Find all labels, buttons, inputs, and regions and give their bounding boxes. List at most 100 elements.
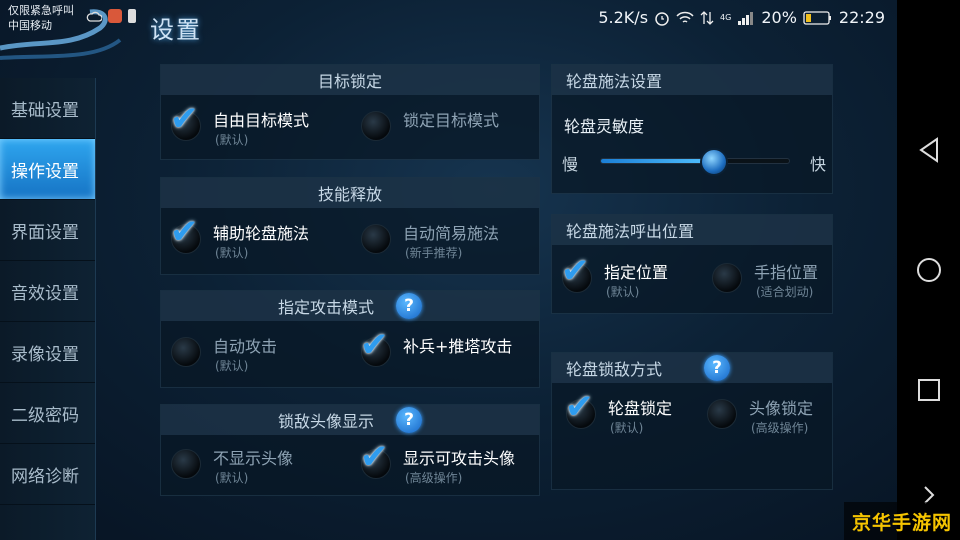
wheel-lock-header: 轮盘锁敌方式 ?	[552, 353, 832, 383]
slider-fast-label: 快	[809, 155, 826, 174]
radio-auto-simple[interactable]	[361, 224, 391, 254]
wheel-position-header: 轮盘施法呼出位置	[552, 215, 832, 245]
radio-auto-attack[interactable]	[171, 337, 201, 367]
radio-last-hit-push[interactable]: ✔	[360, 328, 391, 367]
option-label: 辅助轮盘施法	[213, 224, 310, 243]
radio-fixed-position[interactable]: ✔	[561, 254, 592, 293]
checkmark-icon: ✔	[561, 251, 590, 291]
sidebar-item-recording[interactable]: 录像设置	[0, 322, 95, 383]
wheel-lock-panel: 轮盘锁敌方式 ? ✔ 轮盘锁定 (默认) 头像锁定 (高级操作)	[551, 352, 833, 490]
sidebar-item-interface[interactable]: 界面设置	[0, 200, 95, 261]
enemy-avatar-header: 锁敌头像显示 ?	[161, 405, 539, 435]
option-sub: (新手推荐)	[405, 246, 463, 260]
game-settings-screen: 仅限紧急呼叫 中国移动 5.2K/s 4G 20% 22:29 设置 基础设置 …	[0, 0, 897, 540]
status-carrier: 仅限紧急呼叫 中国移动	[8, 3, 74, 33]
option-label: 不显示头像	[213, 449, 294, 468]
target-lock-panel: 目标锁定 ✔ 自由目标模式 (默认) 锁定目标模式	[160, 64, 540, 160]
attack-mode-header: 指定攻击模式 ?	[161, 291, 539, 321]
wheel-position-panel: 轮盘施法呼出位置 ✔ 指定位置 (默认) 手指位置 (适合划动)	[551, 214, 833, 314]
signal-icon	[738, 11, 754, 25]
radio-finger-position[interactable]	[712, 263, 742, 293]
sensitivity-label: 轮盘灵敏度	[564, 117, 645, 136]
option-label: 轮盘锁定	[608, 399, 673, 418]
option-avatar-lock[interactable]: 头像锁定 (高级操作)	[707, 399, 813, 437]
alert-icon	[128, 9, 136, 23]
option-label: 显示可攻击头像	[403, 449, 516, 468]
home-circle-icon	[916, 258, 941, 282]
option-label: 头像锁定	[749, 399, 814, 418]
option-sub: (默认)	[215, 133, 249, 147]
checkmark-icon: ✔	[360, 325, 389, 365]
option-wheel-lock[interactable]: ✔ 轮盘锁定 (默认)	[565, 390, 673, 437]
option-label: 补兵+推塔攻击	[403, 337, 513, 356]
sidebar-item-controls[interactable]: 操作设置	[0, 139, 95, 200]
option-sub: (默认)	[610, 421, 644, 435]
notification-icons	[86, 9, 136, 23]
option-auto-attack[interactable]: 自动攻击 (默认)	[171, 337, 277, 375]
android-nav-bar	[897, 0, 960, 540]
sensitivity-slider[interactable]	[600, 148, 790, 176]
sidebar-item-basic[interactable]: 基础设置	[0, 78, 95, 139]
nav-home-button[interactable]	[897, 245, 960, 295]
option-label: 手指位置	[754, 263, 819, 282]
enemy-avatar-title: 锁敌头像显示	[277, 412, 374, 431]
option-sub: (高级操作)	[405, 471, 463, 485]
option-lock-target[interactable]: 锁定目标模式	[361, 111, 499, 141]
attack-mode-title: 指定攻击模式	[277, 298, 374, 317]
radio-show-avatar[interactable]: ✔	[360, 440, 391, 479]
option-label: 自动攻击	[213, 337, 278, 356]
nav-back-button[interactable]	[897, 125, 960, 175]
option-free-target[interactable]: ✔ 自由目标模式 (默认)	[170, 102, 310, 149]
skill-release-header: 技能释放	[161, 178, 539, 208]
settings-sidebar: 基础设置 操作设置 界面设置 音效设置 录像设置 二级密码 网络诊断	[0, 78, 96, 540]
option-show-avatar[interactable]: ✔ 显示可攻击头像 (高级操作)	[360, 440, 516, 487]
sidebar-item-sound[interactable]: 音效设置	[0, 261, 95, 322]
checkmark-icon: ✔	[565, 387, 594, 427]
radio-assist-wheel[interactable]: ✔	[170, 215, 201, 254]
option-no-avatar[interactable]: 不显示头像 (默认)	[171, 449, 293, 487]
network-speed: 5.2K/s	[598, 8, 649, 27]
option-assist-wheel[interactable]: ✔ 辅助轮盘施法 (默认)	[170, 215, 310, 262]
option-label: 锁定目标模式	[403, 111, 500, 130]
radio-wheel-lock[interactable]: ✔	[565, 390, 596, 429]
status-right: 5.2K/s 4G 20% 22:29	[598, 8, 885, 27]
network-type: 4G	[720, 12, 732, 22]
sidebar-item-network-diagnosis[interactable]: 网络诊断	[0, 444, 95, 505]
wheel-settings-header: 轮盘施法设置	[552, 65, 832, 95]
option-auto-simple[interactable]: 自动简易施法 (新手推荐)	[361, 224, 499, 262]
option-fixed-position[interactable]: ✔ 指定位置 (默认)	[561, 254, 669, 301]
help-question-icon[interactable]: ?	[396, 293, 422, 319]
emergency-text: 仅限紧急呼叫	[8, 4, 74, 17]
wheel-settings-panel: 轮盘施法设置 轮盘灵敏度 慢 快	[551, 64, 833, 194]
sidebar-item-secondary-password[interactable]: 二级密码	[0, 383, 95, 444]
status-bar: 仅限紧急呼叫 中国移动 5.2K/s 4G 20% 22:29	[0, 0, 897, 36]
option-label: 指定位置	[604, 263, 669, 282]
option-sub: (默认)	[215, 246, 249, 260]
nav-recents-button[interactable]	[897, 365, 960, 415]
option-sub: (适合划动)	[756, 285, 814, 299]
option-label: 自由目标模式	[213, 111, 310, 130]
checkmark-icon: ✔	[360, 437, 389, 477]
wheel-lock-title: 轮盘锁敌方式	[566, 360, 663, 379]
help-question-icon[interactable]: ?	[396, 407, 422, 433]
option-finger-position[interactable]: 手指位置 (适合划动)	[712, 263, 818, 301]
radio-free-target[interactable]: ✔	[170, 102, 201, 141]
slider-handle[interactable]	[699, 148, 728, 176]
help-question-icon[interactable]: ?	[704, 355, 731, 381]
attack-mode-panel: 指定攻击模式 ? 自动攻击 (默认) ✔ 补兵+推塔攻击	[160, 290, 540, 388]
cloud-icon	[86, 11, 102, 22]
recents-square-icon	[917, 379, 940, 401]
checkmark-icon: ✔	[170, 212, 199, 252]
slider-fill	[601, 159, 714, 163]
wifi-icon	[676, 11, 694, 23]
option-sub: (默认)	[606, 285, 640, 299]
option-sub: (默认)	[215, 471, 249, 485]
radio-avatar-lock[interactable]	[707, 399, 737, 429]
skill-release-panel: 技能释放 ✔ 辅助轮盘施法 (默认) 自动简易施法 (新手推荐)	[160, 177, 540, 275]
app-notification-icon	[108, 9, 122, 23]
radio-no-avatar[interactable]	[171, 449, 201, 479]
page-title: 设置	[150, 16, 202, 44]
radio-lock-target[interactable]	[361, 111, 391, 141]
site-watermark: 京华手游网	[844, 502, 960, 540]
option-last-hit-push[interactable]: ✔ 补兵+推塔攻击	[360, 328, 513, 367]
